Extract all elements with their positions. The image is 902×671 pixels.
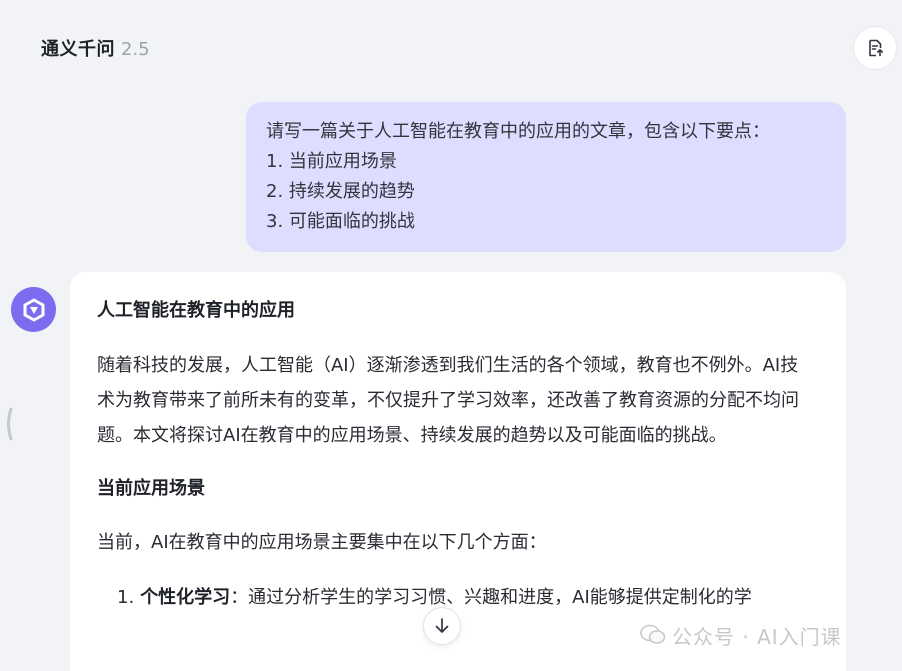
user-message-line: 请写一篇关于人工智能在教育中的应用的文章，包含以下要点： bbox=[266, 121, 770, 142]
scroll-to-bottom-button[interactable] bbox=[423, 607, 461, 645]
app-version: 2.5 bbox=[121, 39, 150, 60]
list-item: 1. 个性化学习：通过分析学生的学习习惯、兴趣和进度，AI能够提供定制化的学 bbox=[117, 583, 820, 613]
collapse-handle-icon bbox=[7, 407, 13, 441]
assistant-avatar bbox=[11, 287, 56, 332]
export-button[interactable] bbox=[853, 26, 897, 70]
section-intro: 当前，AI在教育中的应用场景主要集中在以下几个方面： bbox=[97, 532, 547, 553]
list-item-term: 个性化学习 bbox=[140, 587, 231, 608]
header: 通义千问 2.5 bbox=[41, 35, 150, 61]
chat-window: 通义千问 2.5 请写一篇关于人工智能在教育中的应用的文章，包含以下要点： 1.… bbox=[0, 0, 902, 671]
user-message-line: 2. 持续发展的趋势 bbox=[266, 181, 415, 202]
user-message-line: 3. 可能面临的挑战 bbox=[266, 211, 415, 232]
assistant-message-card: 人工智能在教育中的应用 随着科技的发展，人工智能（AI）逐渐渗透到我们生活的各个… bbox=[70, 272, 846, 671]
document-export-icon bbox=[869, 39, 883, 57]
collapse-sidebar-handle[interactable] bbox=[4, 407, 14, 441]
answer-title: 人工智能在教育中的应用 bbox=[97, 300, 295, 321]
user-message-bubble: 请写一篇关于人工智能在教育中的应用的文章，包含以下要点： 1. 当前应用场景 2… bbox=[246, 102, 846, 252]
list-item-number: 1. bbox=[117, 587, 135, 608]
app-name: 通义千问 bbox=[41, 39, 115, 60]
list-item-text: ：通过分析学生的学习习惯、兴趣和进度，AI能够提供定制化的学 bbox=[230, 587, 752, 608]
answer-paragraph: 随着科技的发展，人工智能（AI）逐渐渗透到我们生活的各个领域，教育也不例外。AI… bbox=[97, 355, 799, 446]
section-title: 当前应用场景 bbox=[97, 478, 205, 499]
tongyi-logo-icon bbox=[23, 298, 44, 321]
user-message-line: 1. 当前应用场景 bbox=[266, 151, 397, 172]
arrow-down-icon bbox=[435, 618, 449, 633]
